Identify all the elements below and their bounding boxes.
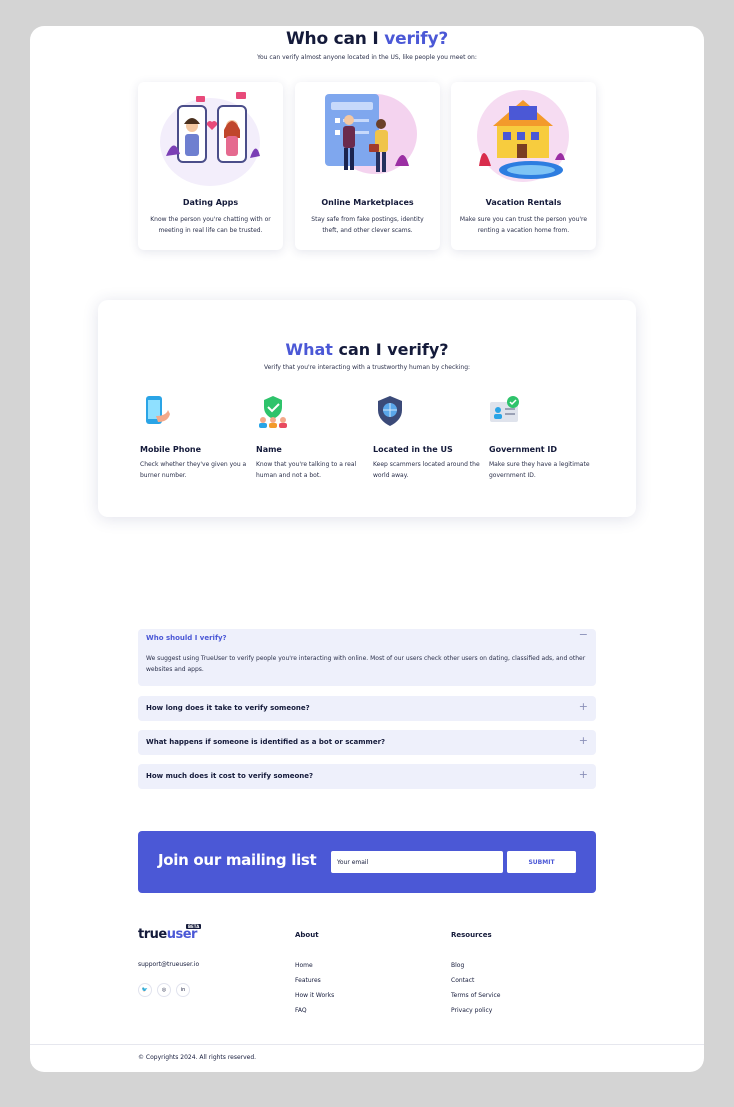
what-section-title: What can I verify? — [98, 340, 636, 359]
footer-link-blog[interactable]: Blog — [451, 962, 464, 969]
footer-link-home[interactable]: Home — [295, 962, 313, 969]
what-title-accent: What — [285, 340, 333, 359]
footer-link-privacy[interactable]: Privacy policy — [451, 1007, 492, 1014]
what-section-subtitle: Verify that you're interacting with a tr… — [263, 364, 471, 371]
faq-question[interactable]: Who should I verify? — [146, 626, 227, 651]
trueuser-logo[interactable]: trueuser BETA — [138, 924, 202, 942]
beta-badge: BETA — [186, 924, 202, 929]
card-title: Vacation Rentals — [485, 198, 562, 207]
feature-text: Know that you're talking to a real human… — [256, 461, 357, 479]
expand-icon[interactable]: + — [579, 734, 588, 748]
government-id-icon — [490, 396, 519, 422]
faq-answer: We suggest using TrueUser to verify peop… — [146, 655, 586, 673]
instagram-icon[interactable]: ◎ — [157, 983, 171, 997]
feature-title: Name — [256, 445, 282, 454]
name-verified-icon — [259, 396, 287, 428]
footer-link-contact[interactable]: Contact — [451, 977, 474, 984]
footer-link-faq[interactable]: FAQ — [295, 1007, 307, 1014]
expand-icon[interactable]: + — [579, 768, 588, 782]
submit-button[interactable]: SUBMIT — [507, 851, 576, 873]
who-title-accent: verify? — [384, 29, 449, 49]
who-section-subtitle: You can verify almost anyone located in … — [257, 54, 477, 61]
footer-resources-column: Resources Blog Contact Terms of Service … — [451, 931, 500, 1014]
card-text: Stay safe from fake postings, identity t… — [311, 216, 424, 234]
faq-item[interactable]: What happens if someone is identified as… — [138, 730, 596, 755]
linkedin-icon[interactable]: in — [176, 983, 190, 997]
feature-title: Located in the US — [373, 445, 453, 454]
footer-resources-heading: Resources — [451, 931, 492, 939]
collapse-icon[interactable]: − — [579, 628, 588, 642]
mobile-phone-icon — [146, 396, 170, 424]
feature-title: Government ID — [489, 445, 558, 454]
email-input[interactable] — [331, 851, 503, 873]
what-can-i-verify-card: What can I verify? Verify that you're in… — [98, 300, 636, 517]
faq-item[interactable]: How much does it cost to verify someone?… — [138, 764, 596, 789]
footer-link-features[interactable]: Features — [295, 977, 321, 984]
card-text: Make sure you can trust the person you'r… — [459, 216, 588, 234]
expand-icon[interactable]: + — [579, 700, 588, 714]
globe-shield-icon — [378, 396, 402, 426]
faq-item[interactable]: How long does it take to verify someone?… — [138, 696, 596, 721]
what-title-text: can I verify? — [332, 340, 449, 359]
logo-user: user — [166, 927, 198, 942]
footer-about-column: About Home Features How it Works FAQ — [295, 931, 334, 1014]
card-text: Know the person you're chatting with or … — [150, 216, 271, 234]
feature-text: Make sure they have a legitimate governm… — [489, 461, 590, 479]
feature-text: Keep scammers located around the world a… — [373, 461, 480, 479]
copyright-text: © Copyrights 2024. All rights reserved. — [138, 1054, 257, 1061]
card-title: Online Marketplaces — [321, 198, 414, 207]
page: Who can I verify? You can verify almost … — [30, 26, 704, 1072]
faq-question[interactable]: How long does it take to verify someone? — [146, 696, 310, 721]
footer-about-heading: About — [295, 931, 319, 939]
online-marketplaces-illustration — [325, 94, 417, 174]
support-email-link[interactable]: support@trueuser.io — [138, 961, 199, 968]
faq-question[interactable]: How much does it cost to verify someone? — [146, 764, 313, 789]
footer-divider — [30, 1044, 704, 1045]
online-marketplaces-card: Online Marketplaces Stay safe from fake … — [295, 82, 440, 250]
card-title: Dating Apps — [182, 198, 239, 207]
footer-link-how-it-works[interactable]: How it Works — [295, 992, 334, 999]
twitter-icon[interactable]: 🐦 — [138, 983, 152, 997]
vacation-rentals-illustration — [477, 90, 569, 182]
feature-title: Mobile Phone — [140, 445, 202, 454]
vacation-rentals-card: Vacation Rentals Make sure you can trust… — [451, 82, 596, 250]
who-section-title: Who can I verify? — [30, 29, 704, 49]
faq-item-open[interactable]: Who should I verify? − We suggest using … — [138, 626, 596, 686]
mailing-list-title: Join our mailing list — [158, 851, 317, 869]
logo-true: true — [138, 927, 167, 942]
footer-link-terms[interactable]: Terms of Service — [451, 992, 500, 999]
feature-text: Check whether they've given you a burner… — [140, 461, 247, 479]
dating-apps-card: Dating Apps Know the person you're chatt… — [138, 82, 283, 250]
faq-question[interactable]: What happens if someone is identified as… — [146, 730, 385, 755]
mailing-list-banner: Join our mailing list SUBMIT — [138, 831, 596, 893]
dating-apps-illustration — [160, 92, 260, 186]
who-title-text: Who can I — [285, 29, 385, 49]
